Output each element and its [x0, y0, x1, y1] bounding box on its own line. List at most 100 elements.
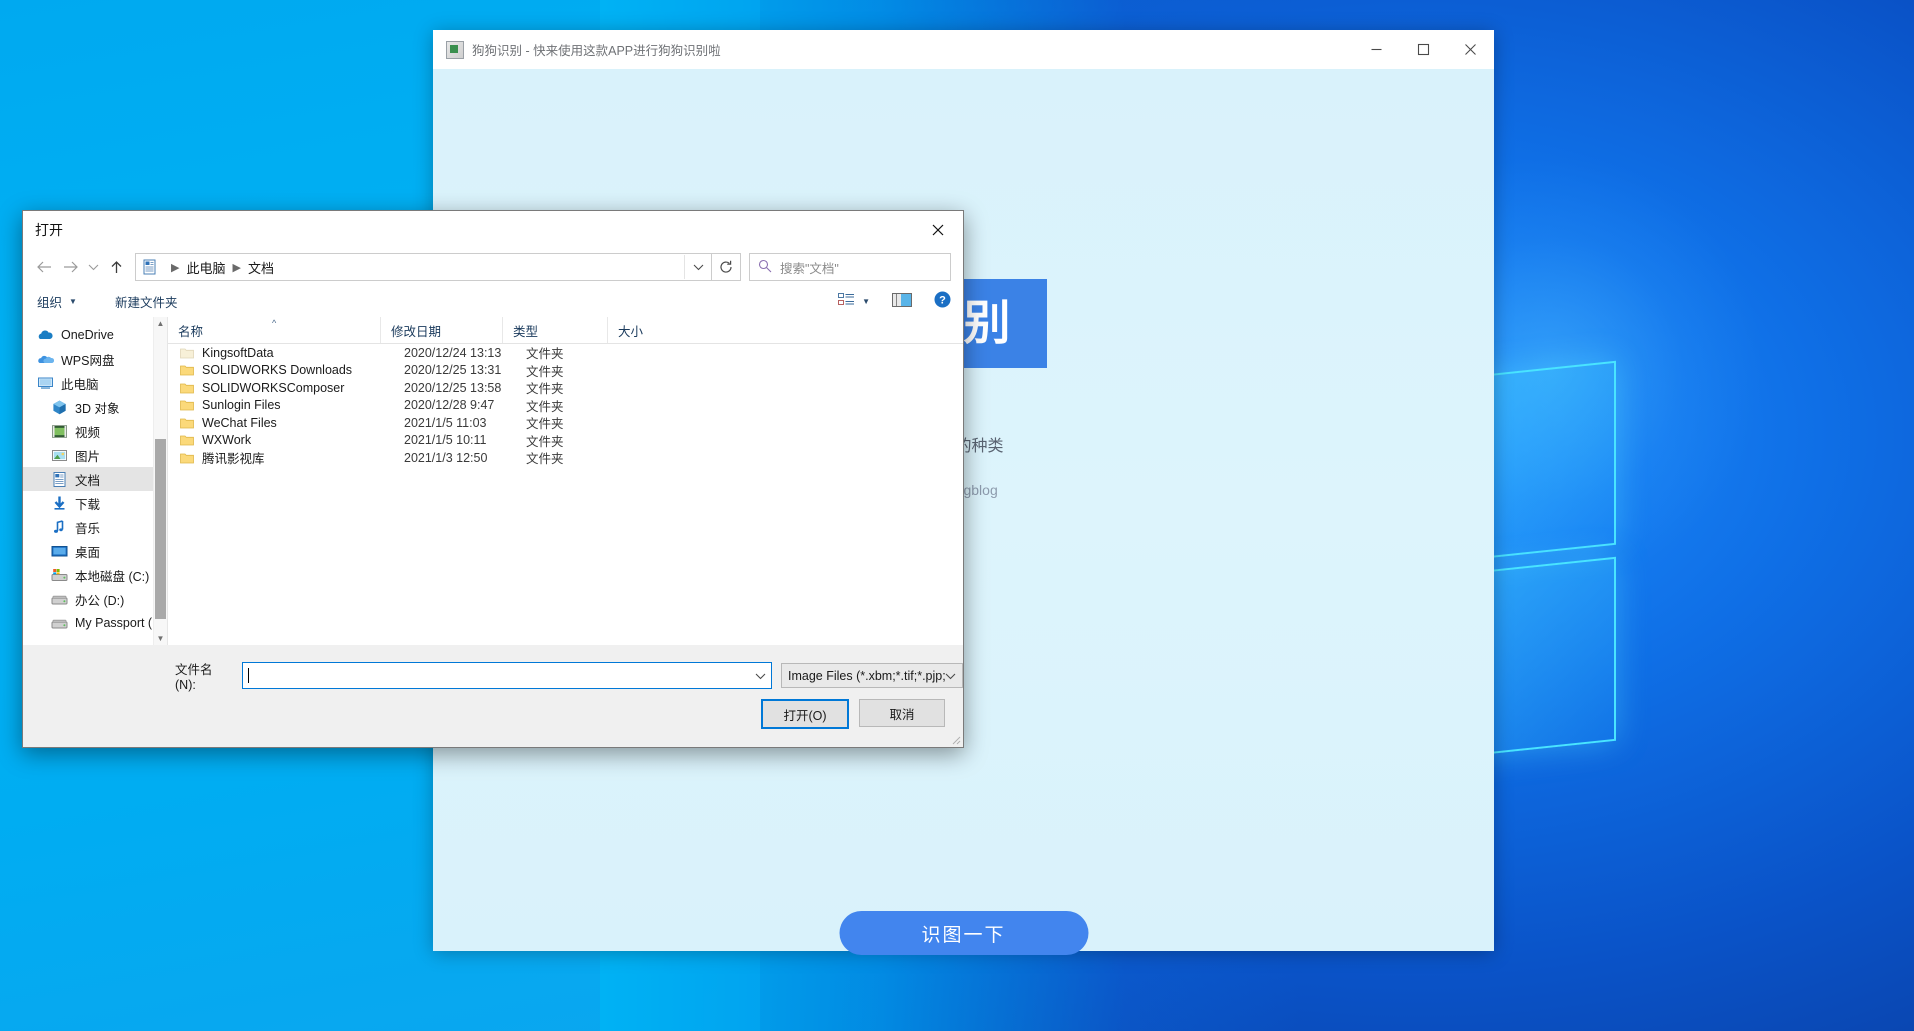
file-name-cell: Sunlogin Files: [202, 398, 281, 413]
column-header-size[interactable]: 大小: [607, 317, 717, 343]
scroll-down-arrow-icon[interactable]: ▼: [154, 632, 167, 645]
app-window-icon: [446, 40, 464, 59]
filename-chevron-down-icon[interactable]: [749, 664, 771, 687]
sidebar-item-label: WPS网盘: [61, 353, 115, 368]
folder-icon: [180, 364, 194, 376]
back-arrow-icon[interactable]: [31, 254, 57, 280]
sidebar-item-10[interactable]: 本地磁盘 (C:): [23, 563, 167, 587]
3d-objects-icon: [51, 399, 68, 416]
table-row[interactable]: WXWork 2021/1/5 10:11 文件夹: [168, 432, 963, 450]
column-header-type[interactable]: 类型: [502, 317, 607, 343]
preview-pane-icon: [892, 292, 912, 310]
drive-icon: [51, 591, 68, 608]
documents-folder-icon: [142, 259, 158, 275]
close-icon[interactable]: [915, 215, 961, 245]
documents-icon: [51, 471, 68, 488]
preview-pane-button[interactable]: [892, 292, 912, 310]
external-drive-icon: [51, 615, 68, 632]
open-file-dialog: 打开 ▶ 此电脑 ▶ 文档 搜索"文档" 组织 ▼ 新建文件夹 ▼ ? OneD…: [22, 210, 964, 748]
dialog-command-bar: 组织 ▼ 新建文件夹 ▼ ?: [23, 285, 963, 318]
sidebar-item-2[interactable]: 此电脑: [23, 371, 167, 395]
column-header-date[interactable]: 修改日期: [380, 317, 502, 343]
dialog-navbar: ▶ 此电脑 ▶ 文档 搜索"文档": [23, 249, 963, 285]
file-date-cell: 2020/12/24 13:13: [404, 345, 502, 360]
search-input[interactable]: 搜索"文档": [749, 253, 951, 281]
organize-label: 组织: [37, 295, 63, 310]
sidebar-item-12[interactable]: My Passport (E: [23, 611, 167, 635]
search-icon: [758, 259, 772, 276]
scroll-up-arrow-icon[interactable]: ▲: [154, 317, 167, 330]
new-folder-button[interactable]: 新建文件夹: [115, 292, 178, 311]
recent-locations-chevron-down-icon[interactable]: [83, 254, 103, 280]
close-icon[interactable]: [1447, 30, 1494, 69]
sidebar-item-label: 办公 (D:): [75, 593, 125, 608]
resize-grip[interactable]: [949, 733, 961, 745]
breadcrumb-separator: ▶: [232, 261, 241, 274]
pictures-icon: [51, 447, 68, 464]
sidebar-item-9[interactable]: 桌面: [23, 539, 167, 563]
table-row[interactable]: KingsoftData 2020/12/24 13:13 文件夹: [168, 344, 963, 362]
table-row[interactable]: SOLIDWORKSComposer 2020/12/25 13:58 文件夹: [168, 379, 963, 397]
cancel-button[interactable]: 取消: [859, 699, 945, 727]
local-disk-icon: [51, 567, 68, 584]
sidebar-item-label: 3D 对象: [75, 401, 120, 416]
sidebar-item-5[interactable]: 图片: [23, 443, 167, 467]
sidebar-item-label: OneDrive: [61, 328, 114, 342]
maximize-icon[interactable]: [1400, 30, 1447, 69]
file-date-cell: 2020/12/25 13:58: [404, 380, 502, 395]
organize-button[interactable]: 组织 ▼: [37, 292, 77, 311]
table-row[interactable]: Sunlogin Files 2020/12/28 9:47 文件夹: [168, 397, 963, 415]
new-folder-label: 新建文件夹: [114, 295, 178, 310]
navigation-scrollbar[interactable]: ▲ ▼: [153, 317, 167, 645]
file-type-cell: 文件夹: [526, 364, 564, 379]
open-button[interactable]: 打开(O): [761, 699, 849, 729]
sidebar-item-0[interactable]: OneDrive: [23, 323, 167, 347]
table-row[interactable]: SOLIDWORKS Downloads 2020/12/25 13:31 文件夹: [168, 362, 963, 380]
sidebar-item-8[interactable]: 音乐: [23, 515, 167, 539]
folder-icon: [180, 452, 194, 464]
scrollbar-thumb[interactable]: [155, 439, 166, 619]
up-arrow-icon[interactable]: [103, 254, 129, 280]
file-list-pane: 名称 ^ 修改日期 类型 大小 KingsoftData 2020/12/24 1…: [168, 317, 963, 645]
command-bar-right: ▼ ?: [838, 291, 951, 311]
table-row[interactable]: WeChat Files 2021/1/5 11:03 文件夹: [168, 414, 963, 432]
breadcrumb-separator: ▶: [171, 261, 180, 274]
sidebar-item-4[interactable]: 视频: [23, 419, 167, 443]
file-date-cell: 2020/12/25 13:31: [404, 363, 502, 378]
sidebar-item-1[interactable]: WPS网盘: [23, 347, 167, 371]
file-type-filter-select[interactable]: Image Files (*.xbm;*.tif;*.pjp;: [781, 663, 963, 688]
dialog-buttons: 打开(O) 取消: [761, 699, 945, 729]
sidebar-item-label: 文档: [75, 473, 101, 488]
chevron-down-icon: [945, 668, 956, 683]
view-layout-button[interactable]: ▼: [838, 293, 870, 309]
refresh-icon[interactable]: [712, 253, 741, 281]
file-type-cell: 文件夹: [526, 382, 564, 397]
column-header-name[interactable]: 名称 ^: [168, 317, 380, 343]
sidebar-item-7[interactable]: 下载: [23, 491, 167, 515]
app-titlebar: 狗狗识别 - 快来使用这款APP进行狗狗识别啦: [433, 30, 1494, 70]
recognize-image-button[interactable]: 识图一下: [839, 911, 1088, 955]
dialog-titlebar: 打开: [23, 211, 963, 249]
minimize-icon[interactable]: [1353, 30, 1400, 69]
sidebar-item-6[interactable]: 文档: [23, 467, 167, 491]
file-name-cell: WXWork: [202, 433, 252, 448]
address-chevron-down-icon[interactable]: [684, 255, 711, 279]
forward-arrow-icon[interactable]: [57, 254, 83, 280]
sidebar-item-3[interactable]: 3D 对象: [23, 395, 167, 419]
help-button[interactable]: ?: [934, 291, 951, 311]
file-name-cell: 腾讯影视库: [202, 452, 265, 467]
file-list-header: 名称 ^ 修改日期 类型 大小: [168, 317, 963, 344]
breadcrumb-this-pc[interactable]: 此电脑: [186, 258, 225, 277]
svg-text:?: ?: [939, 295, 946, 307]
address-bar[interactable]: ▶ 此电脑 ▶ 文档: [135, 253, 712, 281]
wps-cloud-icon: [37, 351, 55, 368]
search-placeholder: 搜索"文档": [780, 261, 839, 276]
filename-input[interactable]: [241, 662, 772, 689]
breadcrumb-documents[interactable]: 文档: [248, 258, 274, 277]
downloads-icon: [51, 495, 68, 512]
sidebar-item-11[interactable]: 办公 (D:): [23, 587, 167, 611]
desktop-icon: [51, 543, 68, 560]
filename-label: 文件名(N):: [175, 663, 213, 692]
table-row[interactable]: 腾讯影视库 2021/1/3 12:50 文件夹: [168, 449, 963, 467]
file-date-cell: 2021/1/5 10:11: [404, 433, 487, 448]
